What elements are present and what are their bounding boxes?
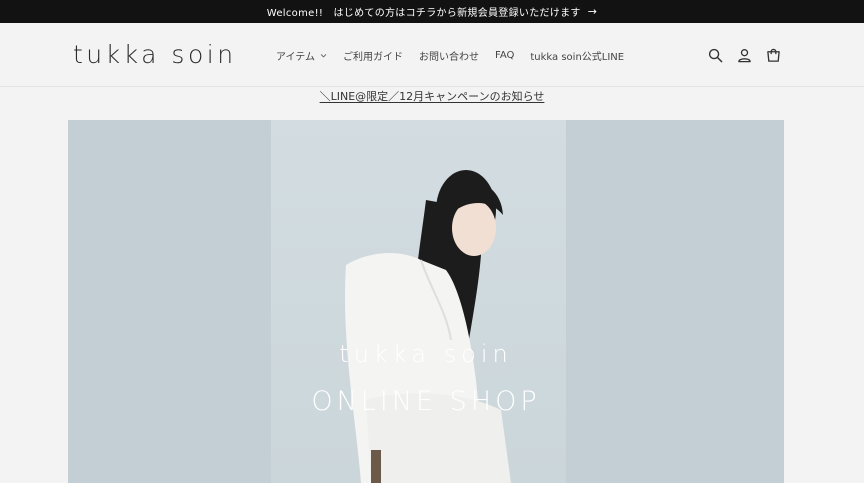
nav-item-label: お問い合わせ [419, 51, 479, 63]
nav-item-label: FAQ [495, 49, 515, 61]
nav-item-label: ご利用ガイド [343, 51, 403, 63]
header-icons [694, 23, 781, 87]
hero-photo [271, 120, 566, 483]
nav-item-items[interactable]: アイテム [276, 48, 327, 63]
nav-item-label: tukka soin公式LINE [530, 51, 625, 63]
cart-icon[interactable] [765, 47, 781, 63]
search-icon[interactable] [707, 47, 723, 63]
site-logo[interactable]: tukka soin [73, 40, 237, 69]
campaign-banner: ＼LINE@限定／12月キャンペーンのお知らせ [0, 88, 864, 104]
announcement-bar[interactable]: Welcome!! はじめての方はコチラから新規会員登録いただけます → [0, 0, 864, 23]
site-header: tukka soin アイテム ご利用ガイド お問い合わせ FAQ tukka … [0, 23, 864, 87]
hero-subtitle: ONLINE SHOP [311, 386, 541, 417]
nav-item-line[interactable]: tukka soin公式LINE [530, 48, 624, 63]
account-icon[interactable] [736, 47, 752, 63]
main-nav: アイテム ご利用ガイド お問い合わせ FAQ tukka soin公式LINE [276, 23, 640, 87]
nav-item-contact[interactable]: お問い合わせ [419, 48, 479, 63]
model-illustration [344, 170, 511, 483]
nav-item-faq[interactable]: FAQ [495, 50, 514, 61]
arrow-right-icon: → [587, 5, 598, 18]
nav-item-label: アイテム [276, 51, 315, 63]
hero-banner[interactable]: tukka soin ONLINE SHOP [68, 120, 784, 483]
chevron-down-icon [320, 53, 327, 57]
hero-title: tukka soin [339, 340, 513, 368]
campaign-link[interactable]: ＼LINE@限定／12月キャンペーンのお知らせ [320, 90, 545, 103]
announcement-text[interactable]: Welcome!! はじめての方はコチラから新規会員登録いただけます [267, 4, 581, 19]
nav-item-guide[interactable]: ご利用ガイド [343, 48, 403, 63]
